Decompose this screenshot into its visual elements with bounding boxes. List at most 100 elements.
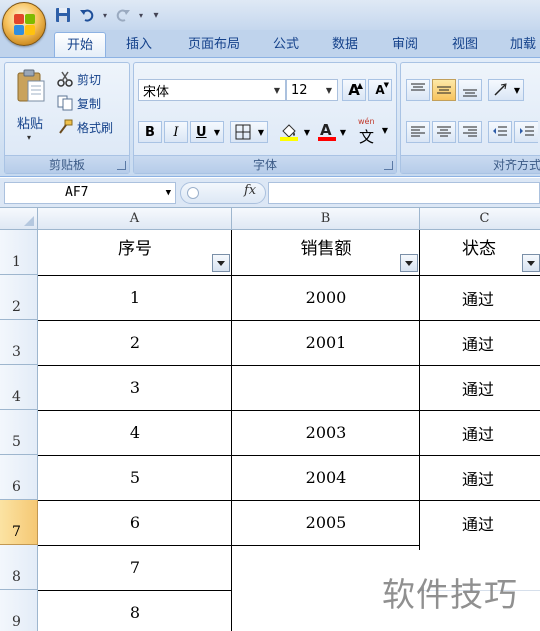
cut-button[interactable]: 剪切 [57, 69, 101, 89]
font-name-combo[interactable]: 宋体 ▼ [138, 79, 286, 101]
phonetic-guide-button[interactable]: wén 文 ▼ [354, 117, 392, 146]
paste-button[interactable]: 粘贴 ▾ [11, 69, 51, 147]
table-cell[interactable]: 6 [38, 500, 232, 545]
tab-page-layout[interactable]: 页面布局 [176, 32, 252, 58]
name-box-dropdown-icon[interactable]: ▼ [166, 183, 171, 203]
table-cell[interactable]: 4 [38, 410, 232, 455]
font-dialog-launcher[interactable] [384, 161, 393, 170]
font-color-button[interactable]: A ▼ [314, 121, 350, 143]
column-header-b[interactable]: B [232, 208, 420, 230]
tab-insert[interactable]: 插入 [114, 32, 164, 58]
undo-dropdown[interactable]: ▾ [100, 5, 110, 25]
increase-indent-button[interactable] [514, 121, 538, 143]
tab-addins[interactable]: 加载 [500, 32, 540, 58]
redo-button[interactable] [112, 5, 134, 25]
table-cell[interactable]: 2001 [232, 320, 420, 365]
clipboard-dialog-launcher[interactable] [117, 161, 126, 170]
undo-button[interactable] [76, 5, 98, 25]
column-header-a[interactable]: A [38, 208, 232, 230]
align-right-button[interactable] [458, 121, 482, 143]
orientation-button[interactable]: ▼ [488, 79, 524, 101]
phonetic-dropdown-icon[interactable]: ▼ [382, 126, 388, 135]
ribbon-tabs: 开始 插入 页面布局 公式 数据 审阅 视图 加载 [0, 30, 540, 58]
underline-button[interactable]: U ▼ [190, 121, 224, 143]
table-cell[interactable]: 通过 [420, 455, 540, 500]
header-cell-sales[interactable]: 销售额 [232, 230, 420, 275]
orientation-dropdown-icon[interactable]: ▼ [514, 86, 520, 95]
insert-function-button[interactable]: fx [244, 183, 256, 198]
bold-button[interactable]: B [138, 121, 162, 143]
name-box[interactable]: AF7 ▼ [4, 182, 176, 204]
tab-view[interactable]: 视图 [440, 32, 490, 58]
quick-access-toolbar: ▾ ▾ ▾ [52, 5, 164, 25]
align-center-icon [437, 126, 451, 137]
select-all-button[interactable] [0, 208, 38, 230]
table-cell[interactable]: 3 [38, 365, 232, 410]
font-name-dropdown-icon[interactable]: ▼ [269, 80, 285, 100]
row-header-6[interactable]: 6 [0, 455, 38, 500]
row-header-7[interactable]: 7 [0, 500, 38, 545]
align-left-button[interactable] [406, 121, 430, 143]
underline-dropdown-icon[interactable]: ▼ [214, 128, 220, 137]
table-cell[interactable]: 1 [38, 275, 232, 320]
column-header-c[interactable]: C [420, 208, 540, 230]
clipboard-group: 粘贴 ▾ 剪切 复制 格式刷 剪贴板 [4, 62, 130, 174]
table-cell[interactable]: 通过 [420, 320, 540, 365]
tab-data[interactable]: 数据 [320, 32, 370, 58]
row-header-8[interactable]: 8 [0, 545, 38, 590]
paste-icon [17, 69, 45, 102]
align-bottom-button[interactable] [458, 79, 482, 101]
table-cell[interactable]: 通过 [420, 500, 540, 545]
table-cell[interactable]: 8 [38, 590, 232, 631]
fill-color-dropdown-icon[interactable]: ▼ [304, 128, 310, 137]
row-header-2[interactable]: 2 [0, 275, 38, 320]
font-group: 宋体 ▼ 12 ▼ A ▲ A ▼ B I U ▼ ▼ ▼ A ▼ wén 文 … [133, 62, 397, 174]
align-top-button[interactable] [406, 79, 430, 101]
header-cell-index[interactable]: 序号 [38, 230, 232, 275]
table-cell[interactable]: 2004 [232, 455, 420, 500]
table-cell[interactable]: 2000 [232, 275, 420, 320]
customize-qat-button[interactable]: ▾ [148, 5, 164, 25]
table-cell[interactable] [232, 365, 420, 410]
table-cell[interactable]: 2005 [232, 500, 420, 545]
tab-review[interactable]: 审阅 [380, 32, 430, 58]
row-header-4[interactable]: 4 [0, 365, 38, 410]
copy-button[interactable]: 复制 [57, 93, 101, 113]
italic-button[interactable]: I [164, 121, 188, 143]
tab-home[interactable]: 开始 [54, 32, 106, 58]
format-painter-button[interactable]: 格式刷 [57, 117, 113, 137]
text-orientation-icon [494, 83, 507, 96]
decrease-indent-button[interactable] [488, 121, 512, 143]
save-button[interactable] [52, 5, 74, 25]
fill-color-button[interactable]: ▼ [276, 121, 314, 143]
decrease-indent-icon [493, 126, 507, 136]
row-header-1[interactable]: 1 [0, 230, 38, 275]
row-header-9[interactable]: 9 [0, 590, 38, 631]
borders-button[interactable]: ▼ [230, 121, 268, 143]
filter-dropdown-b[interactable] [400, 254, 418, 272]
table-cell[interactable]: 7 [38, 545, 232, 590]
tab-formulas[interactable]: 公式 [262, 32, 310, 58]
table-cell[interactable]: 2003 [232, 410, 420, 455]
filter-dropdown-c[interactable] [522, 254, 540, 272]
redo-dropdown[interactable]: ▾ [136, 5, 146, 25]
font-size-combo[interactable]: 12 ▼ [286, 79, 338, 101]
borders-dropdown-icon[interactable]: ▼ [258, 128, 264, 137]
table-cell[interactable]: 5 [38, 455, 232, 500]
formula-input[interactable] [268, 182, 540, 204]
grow-font-button[interactable]: A ▲ [342, 79, 366, 101]
table-cell[interactable]: 2 [38, 320, 232, 365]
shrink-font-button[interactable]: A ▼ [368, 79, 392, 101]
font-color-dropdown-icon[interactable]: ▼ [340, 128, 346, 137]
row-header-3[interactable]: 3 [0, 320, 38, 365]
filter-dropdown-a[interactable] [212, 254, 230, 272]
office-button[interactable] [2, 2, 46, 46]
align-middle-button[interactable] [432, 79, 456, 101]
row-header-5[interactable]: 5 [0, 410, 38, 455]
align-center-button[interactable] [432, 121, 456, 143]
font-size-dropdown-icon[interactable]: ▼ [321, 80, 337, 100]
table-cell[interactable]: 通过 [420, 410, 540, 455]
table-cell[interactable]: 通过 [420, 275, 540, 320]
table-cell[interactable]: 通过 [420, 365, 540, 410]
underline-label: U [196, 124, 207, 140]
